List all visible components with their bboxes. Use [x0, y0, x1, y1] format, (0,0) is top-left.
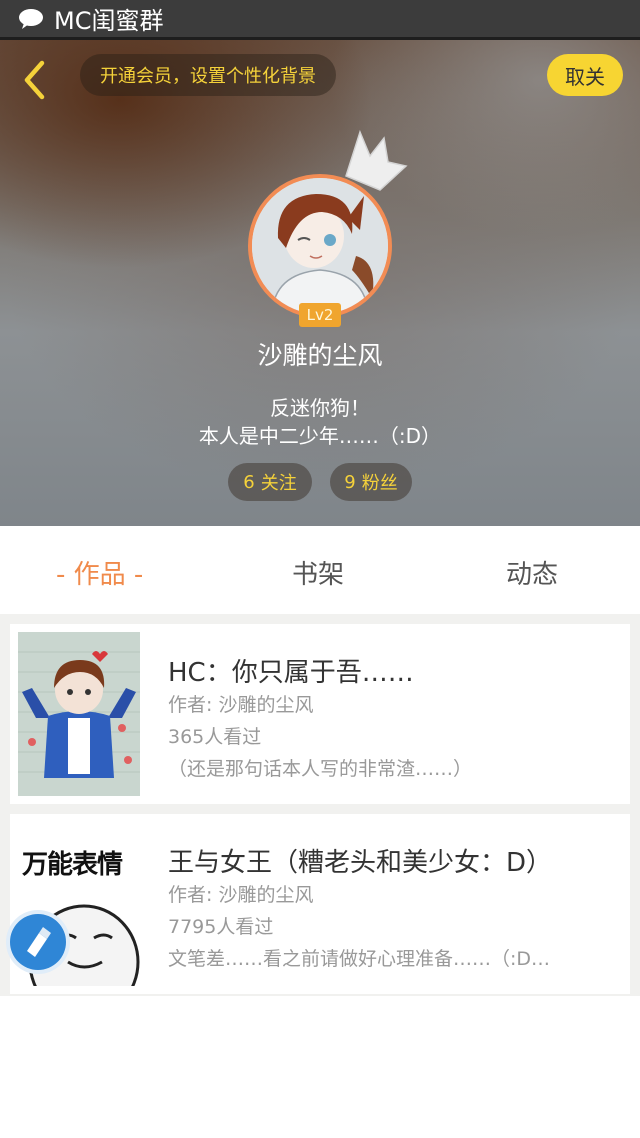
fans-count-button[interactable]: 9 粉丝 — [330, 463, 412, 501]
fans-label: 粉丝 — [361, 473, 398, 494]
work-description: （还是那句话本人写的非常渣……） — [168, 758, 473, 780]
avatar[interactable] — [248, 174, 392, 318]
edit-icon — [27, 927, 51, 957]
following-label: 关注 — [260, 473, 297, 494]
work-title: 王与女王（糟老头和美少女：D） — [168, 848, 553, 878]
work-description: 文笔差……看之前请做好心理准备……（:D… — [168, 948, 551, 970]
work-views: 7795人看过 — [168, 916, 274, 938]
following-count: 6 — [243, 471, 255, 493]
work-author: 作者: 沙雕的尘风 — [168, 884, 314, 906]
status-bar: MC闺蜜群 — [0, 0, 640, 40]
vip-background-prompt[interactable]: 开通会员，设置个性化背景 — [80, 54, 336, 96]
unfollow-button[interactable]: 取关 — [547, 54, 623, 96]
chat-bubble-icon — [19, 8, 43, 29]
tab-bookshelf[interactable]: 书架 — [292, 554, 344, 591]
avatar-image — [252, 178, 388, 314]
bio-line-2: 本人是中二少年……（:D） — [198, 424, 442, 448]
tab-activity[interactable]: 动态 — [506, 554, 558, 591]
app-title: MC闺蜜群 — [54, 7, 164, 35]
profile-header: 开通会员，设置个性化背景 取关 Lv2 沙雕的尘风 反迷你狗！ 本人是中二少年…… — [0, 40, 640, 526]
work-card[interactable]: 万能表情 王与女王（糟老头和美少女：D） 作者: 沙雕的尘风 7795人看过 文… — [10, 814, 630, 994]
work-cover-image — [18, 632, 140, 796]
back-button[interactable] — [16, 58, 52, 102]
following-count-button[interactable]: 6 关注 — [228, 463, 312, 501]
level-badge: Lv2 — [299, 303, 341, 327]
work-views: 365人看过 — [168, 726, 262, 748]
work-title: HC：你只属于吾…… — [168, 658, 414, 688]
cover-caption: 万能表情 — [22, 850, 123, 880]
bio-line-1: 反迷你狗！ — [270, 396, 370, 420]
floating-edit-button[interactable] — [6, 910, 70, 974]
username: 沙雕的尘风 — [257, 341, 383, 370]
profile-tabs: - 作品 - 书架 动态 — [0, 526, 640, 614]
tab-works[interactable]: - 作品 - — [56, 554, 143, 591]
work-author: 作者: 沙雕的尘风 — [168, 694, 314, 716]
fans-count: 9 — [344, 471, 356, 493]
chevron-left-icon — [24, 60, 45, 100]
work-card[interactable]: HC：你只属于吾…… 作者: 沙雕的尘风 365人看过 （还是那句话本人写的非常… — [10, 624, 630, 804]
